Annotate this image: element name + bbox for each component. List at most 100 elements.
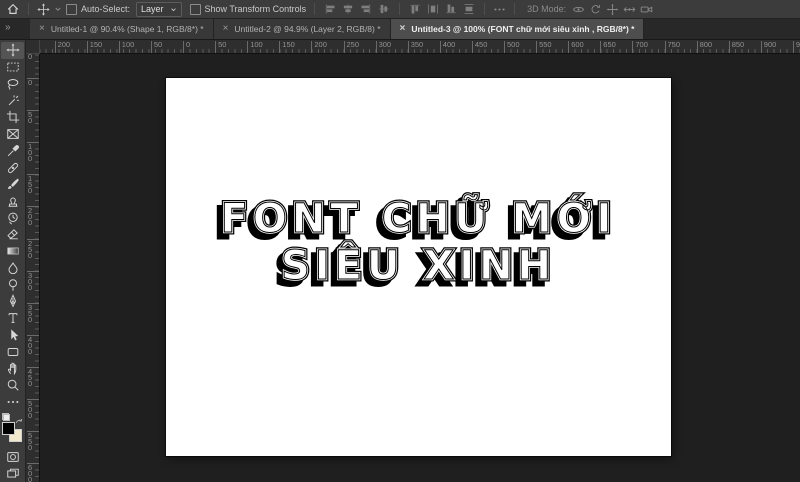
auto-select-checkbox[interactable]: Auto-Select: — [66, 3, 130, 15]
tool-type[interactable] — [1, 310, 24, 327]
horizontal-ruler[interactable]: 200 150 100 50 0 50 100 150 200 250 300 350 400 450 50… — [40, 40, 800, 54]
ruler-label: 250 — [343, 41, 359, 53]
tab-close-icon[interactable]: × — [400, 24, 406, 34]
artwork-text-line-1: FONT CHỮ MỚI FONT CHỮ MỚI FONT CHỮ MỚI F… — [166, 194, 671, 250]
tool-path-selection[interactable] — [1, 326, 24, 343]
canvas-viewport[interactable]: FONT CHỮ MỚI FONT CHỮ MỚI FONT CHỮ MỚI F… — [40, 54, 800, 482]
align-top-edges-icon[interactable] — [409, 3, 421, 15]
text-fill-layer: FONT CHỮ MỚI — [220, 196, 617, 243]
tool-blur[interactable] — [1, 260, 24, 277]
ellipsis-icon[interactable] — [493, 3, 506, 16]
collapse-panels-icon[interactable]: » — [0, 19, 30, 39]
ruler-label: 5 0 — [26, 110, 39, 126]
ruler-label: 450 — [471, 41, 487, 53]
quick-mask-mode-button[interactable] — [1, 449, 24, 466]
ruler-label: 2 0 0 — [26, 206, 39, 228]
work-area: 200 150 100 50 0 50 100 150 200 250 300 350 400 450 50… — [26, 40, 800, 482]
tab-title: Untitled-1 @ 90.4% (Shape 1, RGB/8*) * — [50, 24, 204, 34]
ruler-label: 6 0 0 — [26, 463, 39, 482]
move-tool-preset-icon[interactable] — [37, 2, 50, 16]
ruler-label: 550 — [536, 41, 552, 53]
ruler-label: 5 0 0 — [26, 399, 39, 420]
distribute-horizontal-icon[interactable] — [427, 3, 439, 15]
align-horizontal-centers-icon[interactable] — [342, 3, 354, 15]
tab-title: Untitled-3 @ 100% (FONT chữ mới siêu xin… — [411, 24, 635, 34]
ruler-label: 3 5 0 — [26, 302, 39, 324]
3d-orbit-icon[interactable] — [572, 3, 585, 16]
tool-frame[interactable] — [1, 126, 24, 143]
tab-close-icon[interactable]: × — [39, 24, 45, 34]
default-colors-icon[interactable] — [2, 413, 10, 422]
align-left-edges-icon[interactable] — [324, 3, 336, 15]
ruler-label: 950 — [792, 41, 800, 53]
ruler-label: 150 — [279, 41, 295, 53]
distribute-vertical-icon[interactable] — [463, 3, 475, 15]
document-tab[interactable]: × Untitled-2 @ 94.9% (Layer 2, RGB/8) * — [213, 19, 391, 39]
3d-camera-icon[interactable] — [640, 3, 653, 16]
tool-pen[interactable] — [1, 293, 24, 310]
ruler-label: 900 — [760, 41, 776, 53]
3d-slide-icon[interactable] — [623, 3, 636, 16]
tool-rectangle-shape[interactable] — [1, 343, 24, 360]
auto-select-target-dropdown[interactable]: Layer — [136, 1, 182, 17]
document-tab[interactable]: × Untitled-3 @ 100% (FONT chữ mới siêu xi… — [390, 19, 645, 39]
align-vertical-centers-icon[interactable] — [378, 3, 390, 15]
tool-eraser[interactable] — [1, 226, 24, 243]
ruler-label: 600 — [568, 41, 584, 53]
ruler-label: 750 — [664, 41, 680, 53]
tool-hand[interactable] — [1, 360, 24, 377]
tab-title: Untitled-2 @ 94.9% (Layer 2, RGB/8) * — [234, 24, 381, 34]
ruler-label: 4 0 0 — [26, 334, 39, 356]
ruler-label: 350 — [407, 41, 423, 53]
tab-close-icon[interactable]: × — [223, 24, 229, 34]
tool-dodge[interactable] — [1, 276, 24, 293]
tool-clone-stamp[interactable] — [1, 193, 24, 210]
dropdown-value: Layer — [141, 4, 164, 14]
tool-eyedropper[interactable] — [1, 142, 24, 159]
ruler-label: 50 — [150, 41, 162, 53]
ruler-label: 650 — [600, 41, 616, 53]
align-bottom-edges-icon[interactable] — [445, 3, 457, 15]
ruler-label: 200 — [311, 41, 327, 53]
divider — [514, 3, 516, 15]
align-right-edges-icon[interactable] — [360, 3, 372, 15]
photoshop-window: Auto-Select: Layer Show Transform Contro… — [0, 0, 800, 482]
document-canvas[interactable]: FONT CHỮ MỚI FONT CHỮ MỚI FONT CHỮ MỚI F… — [166, 78, 671, 456]
screen-mode-button[interactable] — [1, 465, 24, 482]
text-fill-layer: SIÊU XINH — [280, 243, 557, 290]
tool-lasso[interactable] — [1, 75, 24, 92]
foreground-color-swatch[interactable] — [2, 422, 15, 436]
vertical-ruler[interactable]: 5 0 0 5 0 1 0 0 1 5 0 2 0 0 2 5 0 3 0 0 3 5 0 4 0… — [26, 54, 40, 482]
checkbox-box[interactable] — [66, 3, 77, 15]
tool-crop[interactable] — [1, 109, 24, 126]
divider — [314, 3, 316, 15]
ruler-label: 200 — [54, 41, 70, 53]
ruler-label: 5 5 0 — [26, 431, 39, 453]
tool-move[interactable] — [1, 42, 24, 59]
chevron-down-icon[interactable] — [54, 5, 62, 13]
tool-edit-toolbar[interactable] — [1, 393, 24, 410]
document-tab-bar: » × Untitled-1 @ 90.4% (Shape 1, RGB/8*) … — [0, 19, 800, 40]
checkbox-box[interactable] — [189, 3, 201, 15]
show-transform-checkbox[interactable]: Show Transform Controls — [189, 3, 307, 15]
show-transform-label: Show Transform Controls — [204, 4, 307, 14]
ruler-origin-corner[interactable] — [26, 40, 40, 54]
canvas-artwork-text: FONT CHỮ MỚI FONT CHỮ MỚI FONT CHỮ MỚI F… — [166, 194, 671, 297]
tool-gradient[interactable] — [1, 243, 24, 260]
ruler-label: 50 — [215, 41, 226, 53]
document-tabs: × Untitled-1 @ 90.4% (Shape 1, RGB/8*) * ×… — [30, 19, 645, 39]
tool-object-selection[interactable] — [1, 92, 24, 109]
tool-history-brush[interactable] — [1, 209, 24, 226]
tool-healing-brush[interactable] — [1, 159, 24, 176]
tool-marquee[interactable] — [1, 59, 24, 76]
tools-panel — [0, 40, 26, 482]
tool-brush[interactable] — [1, 176, 24, 193]
ruler-label: 1 5 0 — [26, 174, 39, 196]
document-tab[interactable]: × Untitled-1 @ 90.4% (Shape 1, RGB/8*) * — [30, 19, 214, 39]
3d-roll-icon[interactable] — [589, 3, 602, 16]
3d-pan-icon[interactable] — [606, 3, 619, 16]
ruler-label: 1 0 0 — [26, 142, 39, 164]
home-icon[interactable] — [6, 2, 20, 16]
artwork-text-line-2: SIÊU XINH SIÊU XINH SIÊU XINH SIÊU XINH — [166, 241, 671, 297]
tool-zoom[interactable] — [1, 377, 24, 394]
